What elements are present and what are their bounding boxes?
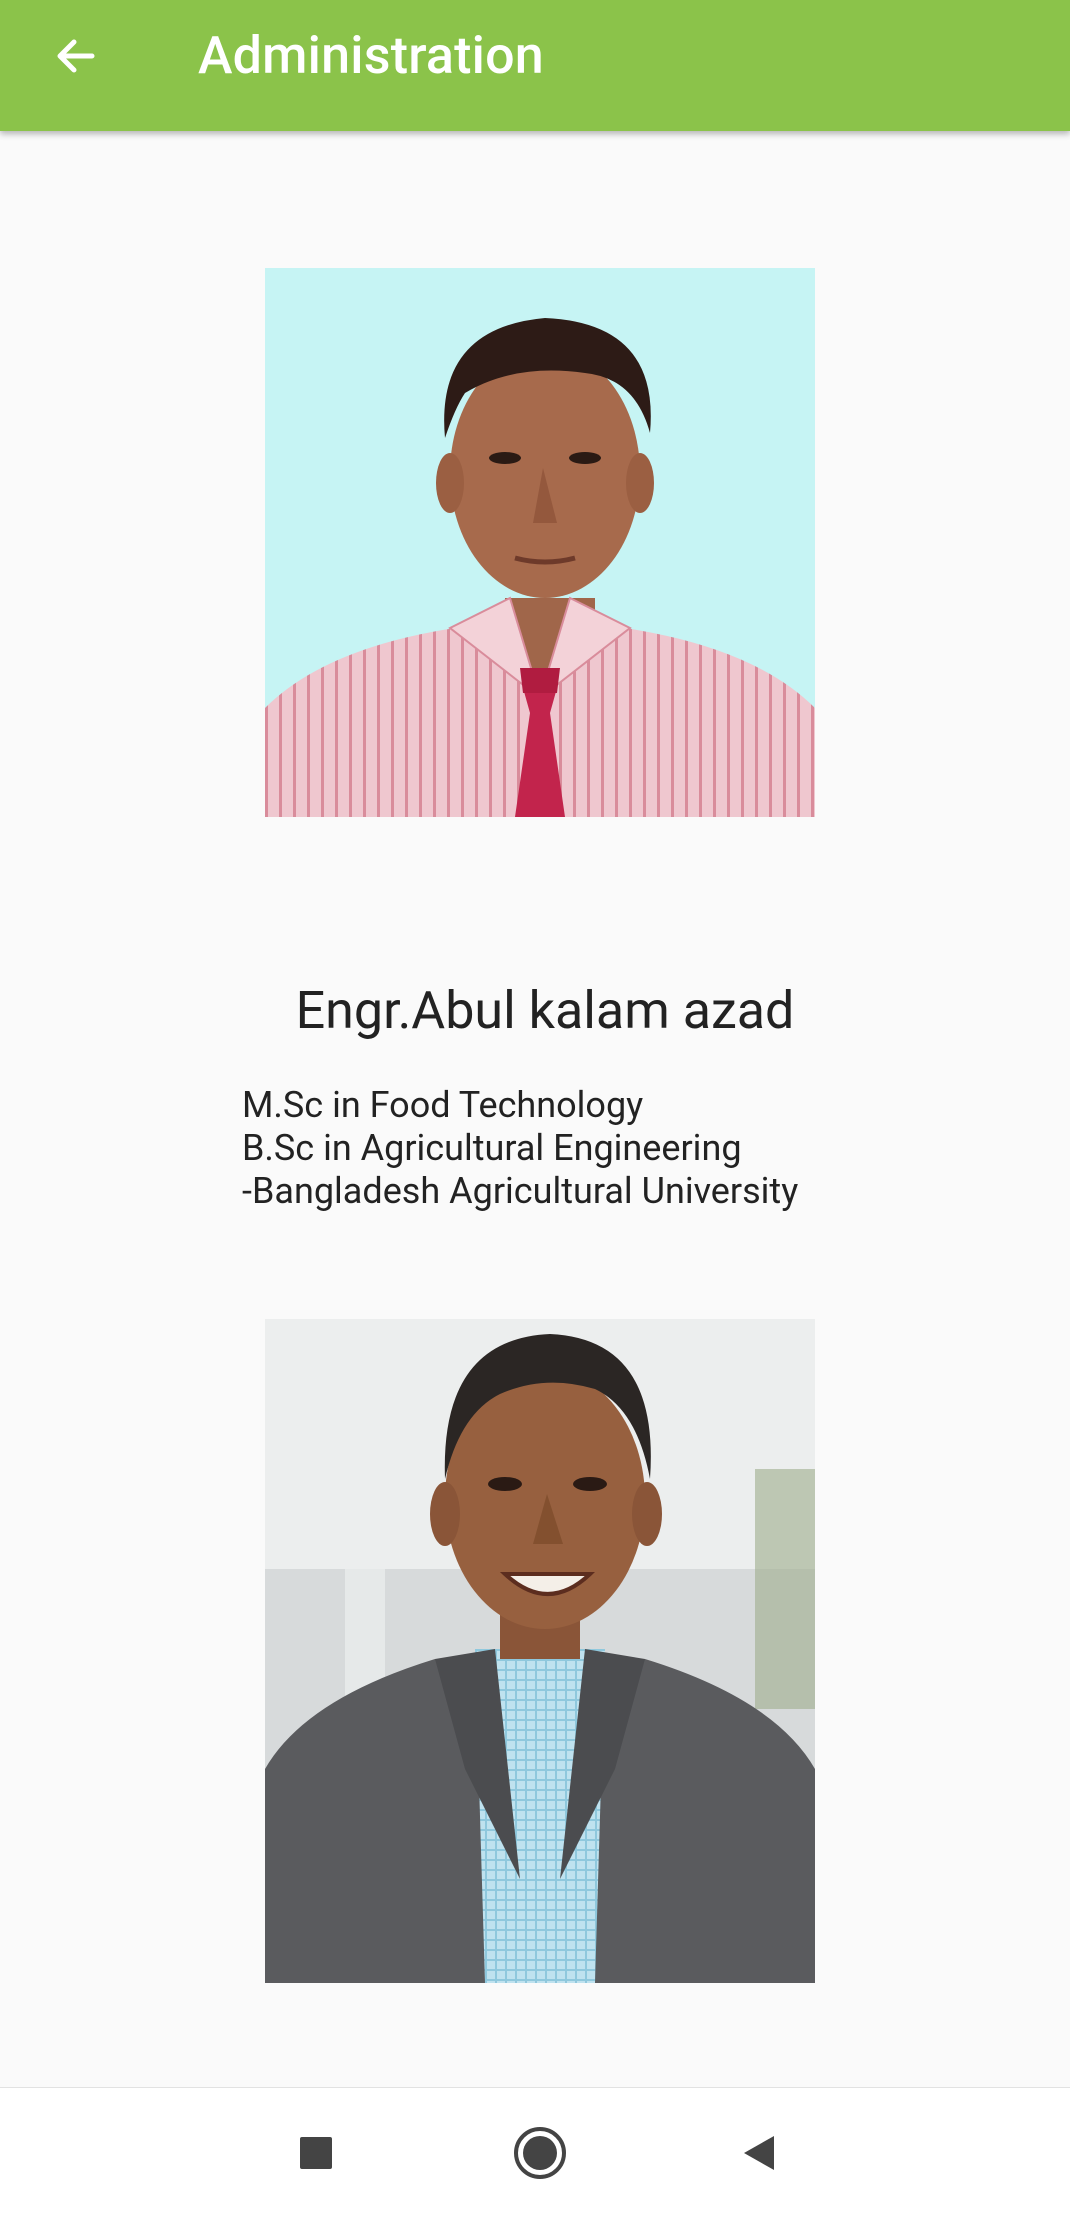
qualification-line: B.Sc in Agricultural Engineering: [242, 1127, 742, 1169]
circle-icon: [514, 2127, 566, 2179]
back-nav-button[interactable]: [725, 2118, 795, 2188]
qualification-line: M.Sc in Food Technology: [242, 1084, 644, 1126]
portrait-photo: [265, 1319, 815, 1983]
recents-button[interactable]: [281, 2118, 351, 2188]
back-button[interactable]: [44, 24, 108, 88]
page-title: Administration: [198, 25, 544, 86]
portrait-photo: [265, 268, 815, 817]
screen: Administration Engr.Abul kalam azad M.Sc…: [0, 0, 1070, 2217]
administrator-photo-1: [265, 268, 815, 817]
administrator-photo-2: [265, 1319, 815, 1983]
administrator-name: Engr.Abul kalam azad: [295, 980, 795, 1041]
administrator-qualifications: M.Sc in Food Technology B.Sc in Agricult…: [242, 1084, 798, 1213]
triangle-back-icon: [744, 2136, 774, 2170]
app-bar: Administration: [0, 0, 1070, 131]
home-button[interactable]: [505, 2118, 575, 2188]
arrow-left-icon: [57, 39, 95, 73]
square-icon: [300, 2137, 332, 2169]
system-navigation-bar: [0, 2087, 1070, 2217]
qualification-line: -Bangladesh Agricultural University: [242, 1170, 799, 1212]
